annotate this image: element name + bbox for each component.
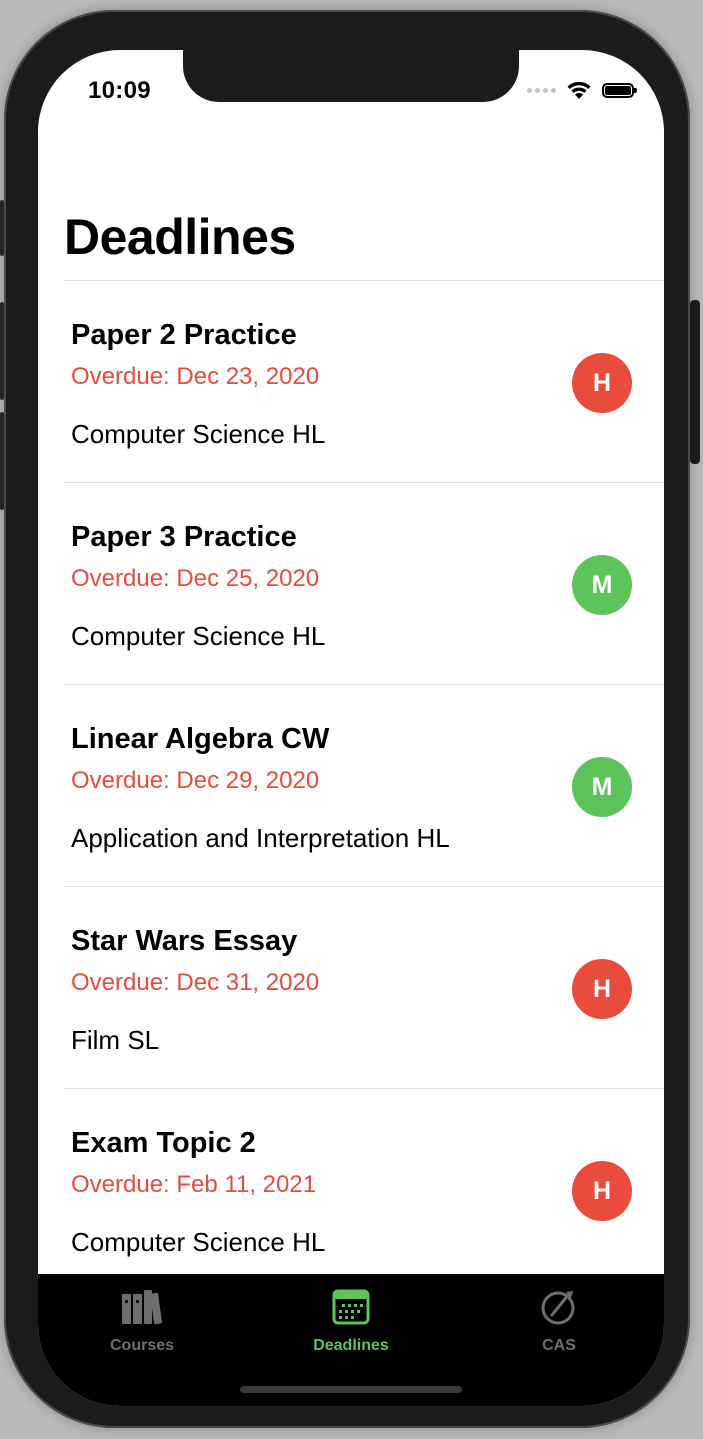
deadline-row[interactable]: Paper 3 Practice Overdue: Dec 25, 2020 C…	[38, 483, 664, 685]
tab-cas[interactable]: CAS	[484, 1288, 634, 1355]
deadline-row[interactable]: Paper 2 Practice Overdue: Dec 23, 2020 C…	[38, 281, 664, 483]
deadline-course: Application and Interpretation HL	[71, 823, 450, 853]
deadline-course: Computer Science HL	[71, 1227, 326, 1257]
priority-badge: H	[572, 1161, 632, 1221]
deadline-title: Linear Algebra CW	[71, 723, 330, 755]
tab-deadlines[interactable]: Deadlines	[276, 1288, 426, 1355]
tab-label: Deadlines	[313, 1337, 389, 1354]
status-time: 10:09	[88, 77, 151, 104]
deadline-due-date: Overdue: Dec 23, 2020	[71, 363, 320, 390]
battery-icon	[602, 82, 637, 98]
status-indicators	[527, 80, 637, 100]
volume-up-button	[0, 302, 4, 400]
page-title: Deadlines	[64, 209, 296, 265]
priority-badge: M	[572, 757, 632, 817]
compass-icon	[541, 1291, 575, 1325]
deadline-row[interactable]: Star Wars Essay Overdue: Dec 31, 2020 Fi…	[38, 887, 664, 1089]
deadline-title: Exam Topic 2	[71, 1127, 256, 1159]
mute-switch	[0, 200, 4, 256]
deadline-due-date: Overdue: Feb 11, 2021	[71, 1171, 317, 1198]
tab-courses[interactable]: Courses	[67, 1288, 217, 1355]
deadline-title: Paper 2 Practice	[71, 319, 297, 351]
cellular-signal-icon	[527, 87, 556, 93]
deadline-course: Computer Science HL	[71, 419, 326, 449]
deadline-title: Star Wars Essay	[71, 925, 298, 957]
priority-badge: H	[572, 959, 632, 1019]
screen: 10:09 Deadlines Paper 2 Practice Overdue…	[38, 50, 664, 1406]
calendar-icon	[332, 1289, 370, 1325]
priority-badge: H	[572, 353, 632, 413]
priority-badge: M	[572, 555, 632, 615]
deadline-list[interactable]: Paper 2 Practice Overdue: Dec 23, 2020 C…	[38, 281, 664, 1291]
power-button	[690, 300, 700, 464]
deadline-row[interactable]: Exam Topic 2 Overdue: Feb 11, 2021 Compu…	[38, 1089, 664, 1291]
deadline-due-date: Overdue: Dec 25, 2020	[71, 565, 320, 592]
deadline-title: Paper 3 Practice	[71, 521, 297, 553]
volume-down-button	[0, 412, 4, 510]
deadline-due-date: Overdue: Dec 29, 2020	[71, 767, 320, 794]
home-indicator[interactable]	[240, 1386, 462, 1393]
wifi-icon	[567, 81, 591, 99]
notch	[183, 50, 519, 102]
deadline-row[interactable]: Linear Algebra CW Overdue: Dec 29, 2020 …	[38, 685, 664, 887]
device-frame: 10:09 Deadlines Paper 2 Practice Overdue…	[0, 10, 700, 1428]
deadline-due-date: Overdue: Dec 31, 2020	[71, 969, 320, 996]
deadline-course: Computer Science HL	[71, 621, 326, 651]
deadline-course: Film SL	[71, 1025, 160, 1055]
tab-label: Courses	[109, 1337, 175, 1354]
tab-label: CAS	[542, 1337, 576, 1354]
books-icon	[122, 1290, 163, 1325]
